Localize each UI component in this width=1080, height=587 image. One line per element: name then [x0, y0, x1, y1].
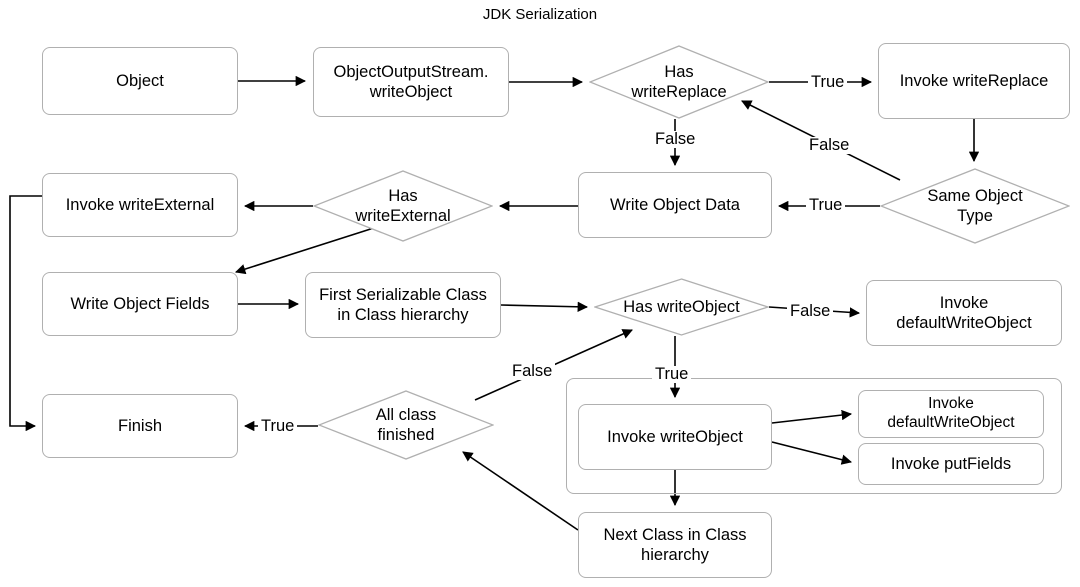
node-has-writeobject[interactable]: Has writeObject	[594, 278, 769, 336]
node-label: All class finished	[375, 405, 437, 444]
node-label: Invoke defaultWriteObject	[887, 395, 1015, 431]
node-label: Invoke putFields	[890, 454, 1012, 473]
page-title: JDK Serialization	[482, 6, 598, 23]
node-invoke-putfields[interactable]: Invoke putFields	[858, 443, 1044, 485]
edge-label-false-writereplace: False	[652, 131, 699, 148]
node-next-class-in-class-hierarchy[interactable]: Next Class in Class hierarchy	[578, 512, 772, 578]
flowchart-canvas: JDK Serialization Object ObjectOutputStr…	[0, 0, 1080, 587]
node-label: Has writeExternal	[355, 186, 451, 225]
node-invoke-writeobject[interactable]: Invoke writeObject	[578, 404, 772, 470]
node-invoke-writeexternal[interactable]: Invoke writeExternal	[42, 173, 238, 237]
node-has-writereplace[interactable]: Has writeReplace	[589, 45, 769, 119]
node-invoke-defaultwriteobject-secondary[interactable]: Invoke defaultWriteObject	[858, 390, 1044, 438]
node-label: Object	[116, 71, 164, 90]
edge-label-false-haswriteobject: False	[787, 303, 834, 320]
node-label: Write Object Fields	[70, 294, 210, 313]
node-has-writeexternal[interactable]: Has writeExternal	[313, 170, 493, 242]
node-same-object-type[interactable]: Same Object Type	[880, 168, 1070, 244]
node-write-object-data[interactable]: Write Object Data	[578, 172, 772, 238]
edge-label-false-allclassfinished: False	[509, 363, 556, 380]
edge-nextclass-to-allclassfinished	[462, 451, 579, 531]
node-label: Finish	[117, 416, 162, 435]
edge-firstserializable-to-haswriteobject	[500, 301, 589, 312]
edge-label-true-allclassfinished: True	[258, 418, 298, 435]
node-label: Invoke writeObject	[607, 427, 743, 446]
edge-label-false-sameobjecttype: False	[806, 137, 853, 154]
node-invoke-defaultwriteobject-primary[interactable]: Invoke defaultWriteObject	[866, 280, 1062, 346]
node-all-class-finished[interactable]: All class finished	[318, 390, 494, 460]
node-label: Has writeObject	[623, 297, 740, 316]
edge-invokewriteexternal-to-finish	[9, 195, 42, 432]
node-label: Invoke writeReplace	[899, 71, 1049, 90]
node-label: Invoke defaultWriteObject	[896, 293, 1032, 332]
node-label: Same Object Type	[927, 186, 1023, 225]
edge-label-true-writereplace: True	[808, 74, 848, 91]
node-label: Invoke writeExternal	[65, 195, 215, 214]
node-label: Has writeReplace	[631, 62, 727, 101]
node-label: Write Object Data	[610, 195, 740, 214]
node-label: ObjectOutputStream. writeObject	[333, 62, 489, 101]
node-label: First Serializable Class in Class hierar…	[319, 285, 487, 324]
edge-label-true-haswriteobject: True	[652, 366, 692, 383]
node-first-serializable-class[interactable]: First Serializable Class in Class hierar…	[305, 272, 501, 338]
node-finish[interactable]: Finish	[42, 394, 238, 458]
node-label: Next Class in Class hierarchy	[603, 525, 747, 564]
node-invoke-writereplace[interactable]: Invoke writeReplace	[878, 43, 1070, 119]
node-write-object-fields[interactable]: Write Object Fields	[42, 272, 238, 336]
node-object[interactable]: Object	[42, 47, 238, 115]
edge-label-true-sameobjecttype: True	[806, 197, 846, 214]
node-objectoutputstream-writeobject[interactable]: ObjectOutputStream. writeObject	[313, 47, 509, 117]
